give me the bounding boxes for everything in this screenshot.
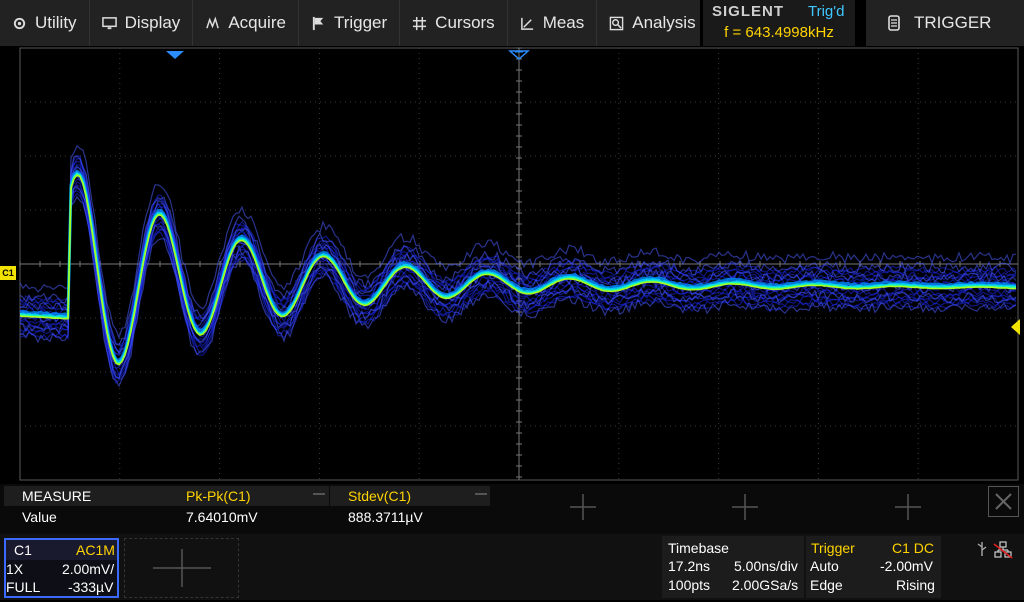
add-channel-slot[interactable] <box>124 538 239 598</box>
acquire-icon <box>206 15 220 28</box>
menu-analysis[interactable]: Analysis <box>597 0 709 46</box>
menu-analysis-label: Analysis <box>632 13 696 32</box>
measure-slot-icons <box>313 493 921 520</box>
waveform-trace <box>19 163 1017 355</box>
channel-1-box[interactable]: C1 AC1M 1X 2.00mV/ FULL -333µV <box>4 538 119 598</box>
menu-cursors-label: Cursors <box>435 13 495 32</box>
timebase-scale: 5.00ns/div <box>734 558 798 574</box>
status-icons <box>977 541 1013 559</box>
network-icon <box>993 541 1013 559</box>
timebase-points: 100pts <box>668 577 711 593</box>
trigger-level-marker[interactable] <box>1011 319 1020 335</box>
cursor-grid-icon <box>413 16 427 30</box>
channel-probe: 1X <box>6 561 24 577</box>
gear-icon <box>13 17 26 29</box>
add-channel-icon <box>153 549 211 587</box>
channel-coupling: AC1M <box>76 542 115 558</box>
graticule <box>19 47 1019 481</box>
top-menu-bar: Utility Display Acquire Trigger Cursors … <box>0 0 709 46</box>
measure-panel: MEASURE Value Pk-Pk(C1) 7.64010mV Stdev(… <box>0 484 1024 534</box>
trigger-status: Trig'd <box>808 3 845 20</box>
menu-display[interactable]: Display <box>90 0 194 46</box>
flag-icon <box>312 16 324 30</box>
trigger-slope: Rising <box>896 577 935 593</box>
menu-cursors[interactable]: Cursors <box>400 0 508 46</box>
menu-acquire[interactable]: Acquire <box>193 0 299 46</box>
waveform-trace <box>19 175 1017 367</box>
analysis-icon <box>609 16 624 30</box>
trigger-title: Trigger <box>811 540 855 556</box>
timebase-rate: 2.00GSa/s <box>732 577 799 593</box>
trigger-level: -2.00mV <box>880 558 933 574</box>
close-measure-button[interactable] <box>988 486 1019 517</box>
menu-meas[interactable]: Meas <box>508 0 598 46</box>
add-measure-icon-3 <box>895 494 921 520</box>
menu-trigger[interactable]: Trigger <box>299 0 401 46</box>
trigger-doc-icon <box>888 15 900 31</box>
trigger-position-marker <box>166 51 184 59</box>
trigger-type: Edge <box>810 577 843 593</box>
menu-display-label: Display <box>124 13 181 32</box>
channel-scale: 2.00mV/ <box>62 561 115 577</box>
waveform-display[interactable]: C1 <box>0 46 1024 484</box>
menu-utility[interactable]: Utility <box>0 0 90 46</box>
add-measure-icon-1 <box>570 494 596 520</box>
trigger-panel[interactable]: Trigger C1 DC Auto -2.00mV Edge Rising <box>806 536 941 598</box>
timebase-delay: 17.2ns <box>668 558 711 574</box>
brand-logo: SIGLENT <box>712 3 785 20</box>
status-box: SIGLENT Trig'd f = 643.4998kHz <box>703 0 855 46</box>
channel-bandwidth: FULL <box>6 579 41 595</box>
menu-trigger-label: Trigger <box>333 13 388 32</box>
usb-icon <box>977 542 987 556</box>
menu-meas-label: Meas <box>542 13 585 32</box>
frequency-readout: f = 643.4998kHz <box>724 24 834 41</box>
trigger-tab[interactable]: TRIGGER <box>866 0 1024 46</box>
trigger-source: C1 DC <box>892 540 935 556</box>
close-icon <box>995 493 1012 510</box>
timebase-panel[interactable]: Timebase 17.2ns 5.00ns/div 100pts 2.00GS… <box>662 536 804 598</box>
menu-acquire-label: Acquire <box>228 13 286 32</box>
timebase-title: Timebase <box>668 540 729 556</box>
channel-offset-marker[interactable]: C1 <box>0 266 16 280</box>
menu-utility-label: Utility <box>35 13 77 32</box>
waveform-grid-svg <box>19 47 1020 481</box>
ruler-icon <box>520 17 533 30</box>
add-measure-icon-2 <box>732 494 758 520</box>
trigger-tab-label: TRIGGER <box>914 13 992 32</box>
channel-offset: -333µV <box>68 579 114 595</box>
channel-name: C1 <box>14 542 32 558</box>
waveform-trace <box>19 165 1017 355</box>
waveform-traces <box>19 144 1017 388</box>
bottom-status-bar: C1 AC1M 1X 2.00mV/ FULL -333µV Timebase … <box>0 534 1024 600</box>
monitor-icon <box>101 16 117 29</box>
trigger-mode: Auto <box>810 558 839 574</box>
